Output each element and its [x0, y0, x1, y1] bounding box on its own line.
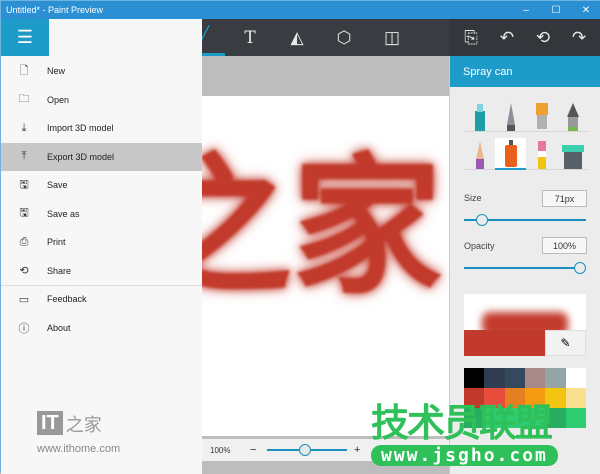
eyedropper-icon[interactable]: ✎: [545, 330, 586, 356]
size-label: Size: [464, 193, 482, 203]
opacity-input[interactable]: 100%: [542, 237, 587, 254]
menu-item-save-as[interactable]: 🖫 Save as: [1, 200, 202, 228]
marker-brush-icon[interactable]: [464, 100, 495, 132]
menu-item-icon: 🖫: [19, 178, 29, 191]
maximize-button[interactable]: ☐: [541, 1, 571, 19]
palette-swatch[interactable]: [525, 408, 546, 428]
drawing-canvas[interactable]: 之家: [202, 96, 449, 436]
pencil-icon[interactable]: [464, 138, 495, 170]
menu-item-label: Import 3D model: [47, 123, 114, 133]
menu-item-label: Save as: [47, 208, 80, 219]
menu-item-icon: 🗋: [19, 64, 29, 77]
menu-item-label: Export 3D model: [47, 151, 115, 162]
oil-brush-icon[interactable]: [526, 100, 557, 132]
menu-item-icon: ⟲: [19, 265, 29, 277]
menu-item-icon: ⤓: [21, 121, 27, 134]
menu-item-open[interactable]: 🗀 Open: [1, 86, 202, 114]
ithome-logo: IT 之家 www.ithome.com: [37, 411, 127, 455]
zoom-slider-thumb[interactable]: [299, 444, 311, 456]
zoom-out-button[interactable]: −: [250, 444, 256, 456]
menu-item-print[interactable]: ⎙ Print: [1, 228, 202, 256]
close-button[interactable]: ✕: [571, 1, 600, 19]
palette-swatch[interactable]: [565, 408, 586, 428]
palette-swatch[interactable]: [464, 408, 485, 428]
menu-item-label: Share: [47, 265, 72, 276]
palette-swatch[interactable]: [525, 368, 546, 388]
zoom-in-button[interactable]: +: [354, 444, 360, 456]
palette-swatch[interactable]: [545, 388, 566, 408]
palette-swatch[interactable]: [464, 368, 485, 388]
canvas-area: 之家 100% − +: [202, 56, 449, 474]
menu-item-import-3d-model[interactable]: ⤓ Import 3D model: [1, 114, 202, 142]
brush-panel: Spray can Size 71px Opacity 100% ✎: [449, 56, 600, 474]
opacity-slider-thumb[interactable]: [574, 262, 586, 274]
spray-painted-text: 之家: [202, 141, 443, 315]
menu-item-label: Open: [47, 94, 70, 105]
fill-bucket-icon[interactable]: [557, 138, 588, 170]
brush-grid: [464, 100, 588, 170]
palette-swatch[interactable]: [484, 408, 505, 428]
menu-item-label: New: [47, 66, 66, 76]
menu-item-save[interactable]: 🖫 Save: [1, 171, 202, 199]
logo-url: www.ithome.com: [37, 443, 121, 455]
menu-item-label: Save: [47, 180, 68, 190]
text-tool-icon[interactable]: T: [228, 19, 272, 56]
minimize-button[interactable]: –: [511, 1, 541, 19]
palette-swatch[interactable]: [545, 408, 566, 428]
palette-swatch[interactable]: [484, 368, 505, 388]
menu-item-icon: 🗀: [18, 93, 30, 105]
menu-item-label: Feedback: [47, 294, 87, 304]
file-menu: ☰ 🗋 New 🗀 Open ⤓ Import 3D model ⤒ Export 3D mo…: [1, 19, 202, 474]
calligraphy-pen-icon[interactable]: [495, 100, 526, 132]
menu-item-icon: ▭: [18, 293, 30, 306]
zoom-percent: 100%: [210, 445, 231, 455]
palette-swatch[interactable]: [504, 408, 525, 428]
palette-swatch[interactable]: [565, 368, 586, 388]
menu-divider: [1, 285, 202, 286]
menu-item-label: Print: [47, 237, 66, 247]
shapes-tool-icon[interactable]: ◭: [275, 19, 319, 56]
palette-swatch[interactable]: [545, 368, 566, 388]
menu-item-about[interactable]: ⓘ About: [1, 314, 202, 342]
palette-swatch[interactable]: [484, 388, 505, 408]
3d-objects-icon[interactable]: ⬡: [322, 19, 366, 56]
spray-can-icon[interactable]: [495, 138, 526, 170]
size-input[interactable]: 71px: [542, 190, 587, 207]
palette-swatch[interactable]: [565, 388, 586, 408]
canvas-tool-icon[interactable]: ◫: [370, 19, 414, 56]
palette-swatch[interactable]: [525, 388, 546, 408]
palette-swatch[interactable]: [504, 368, 525, 388]
palette-swatch[interactable]: [504, 388, 525, 408]
menu-item-icon: ⎙: [19, 235, 29, 248]
palette-swatch[interactable]: [464, 388, 485, 408]
window-title: Untitled* - Paint Preview: [6, 5, 104, 15]
panel-title: Spray can: [450, 56, 600, 87]
title-bar: Untitled* - Paint Preview – ☐ ✕: [1, 1, 600, 19]
opacity-label: Opacity: [464, 241, 495, 251]
eraser-icon[interactable]: [526, 138, 557, 170]
opacity-slider[interactable]: [464, 262, 586, 274]
menu-item-feedback[interactable]: ▭ Feedback: [1, 285, 202, 313]
color-palette: [464, 368, 586, 428]
menu-item-icon: ⤒: [21, 150, 27, 162]
menu-item-label: About: [47, 322, 71, 333]
redo-icon[interactable]: ↷: [557, 19, 600, 56]
fountain-pen-icon[interactable]: [557, 100, 588, 132]
menu-item-icon: 🖫: [19, 207, 29, 219]
size-slider-thumb[interactable]: [476, 214, 488, 226]
size-slider[interactable]: [464, 214, 586, 226]
menu-icon[interactable]: ☰: [1, 19, 49, 56]
menu-item-new[interactable]: 🗋 New: [1, 57, 202, 85]
brush-preview: [464, 294, 586, 330]
menu-item-export-3d-model[interactable]: ⤒ Export 3D model: [1, 142, 202, 171]
current-color-swatch[interactable]: [464, 330, 545, 356]
menu-item-share[interactable]: ⟲ Share: [1, 257, 202, 285]
menu-item-icon: ⓘ: [18, 322, 30, 335]
zoom-bar: 100% − +: [202, 439, 449, 461]
